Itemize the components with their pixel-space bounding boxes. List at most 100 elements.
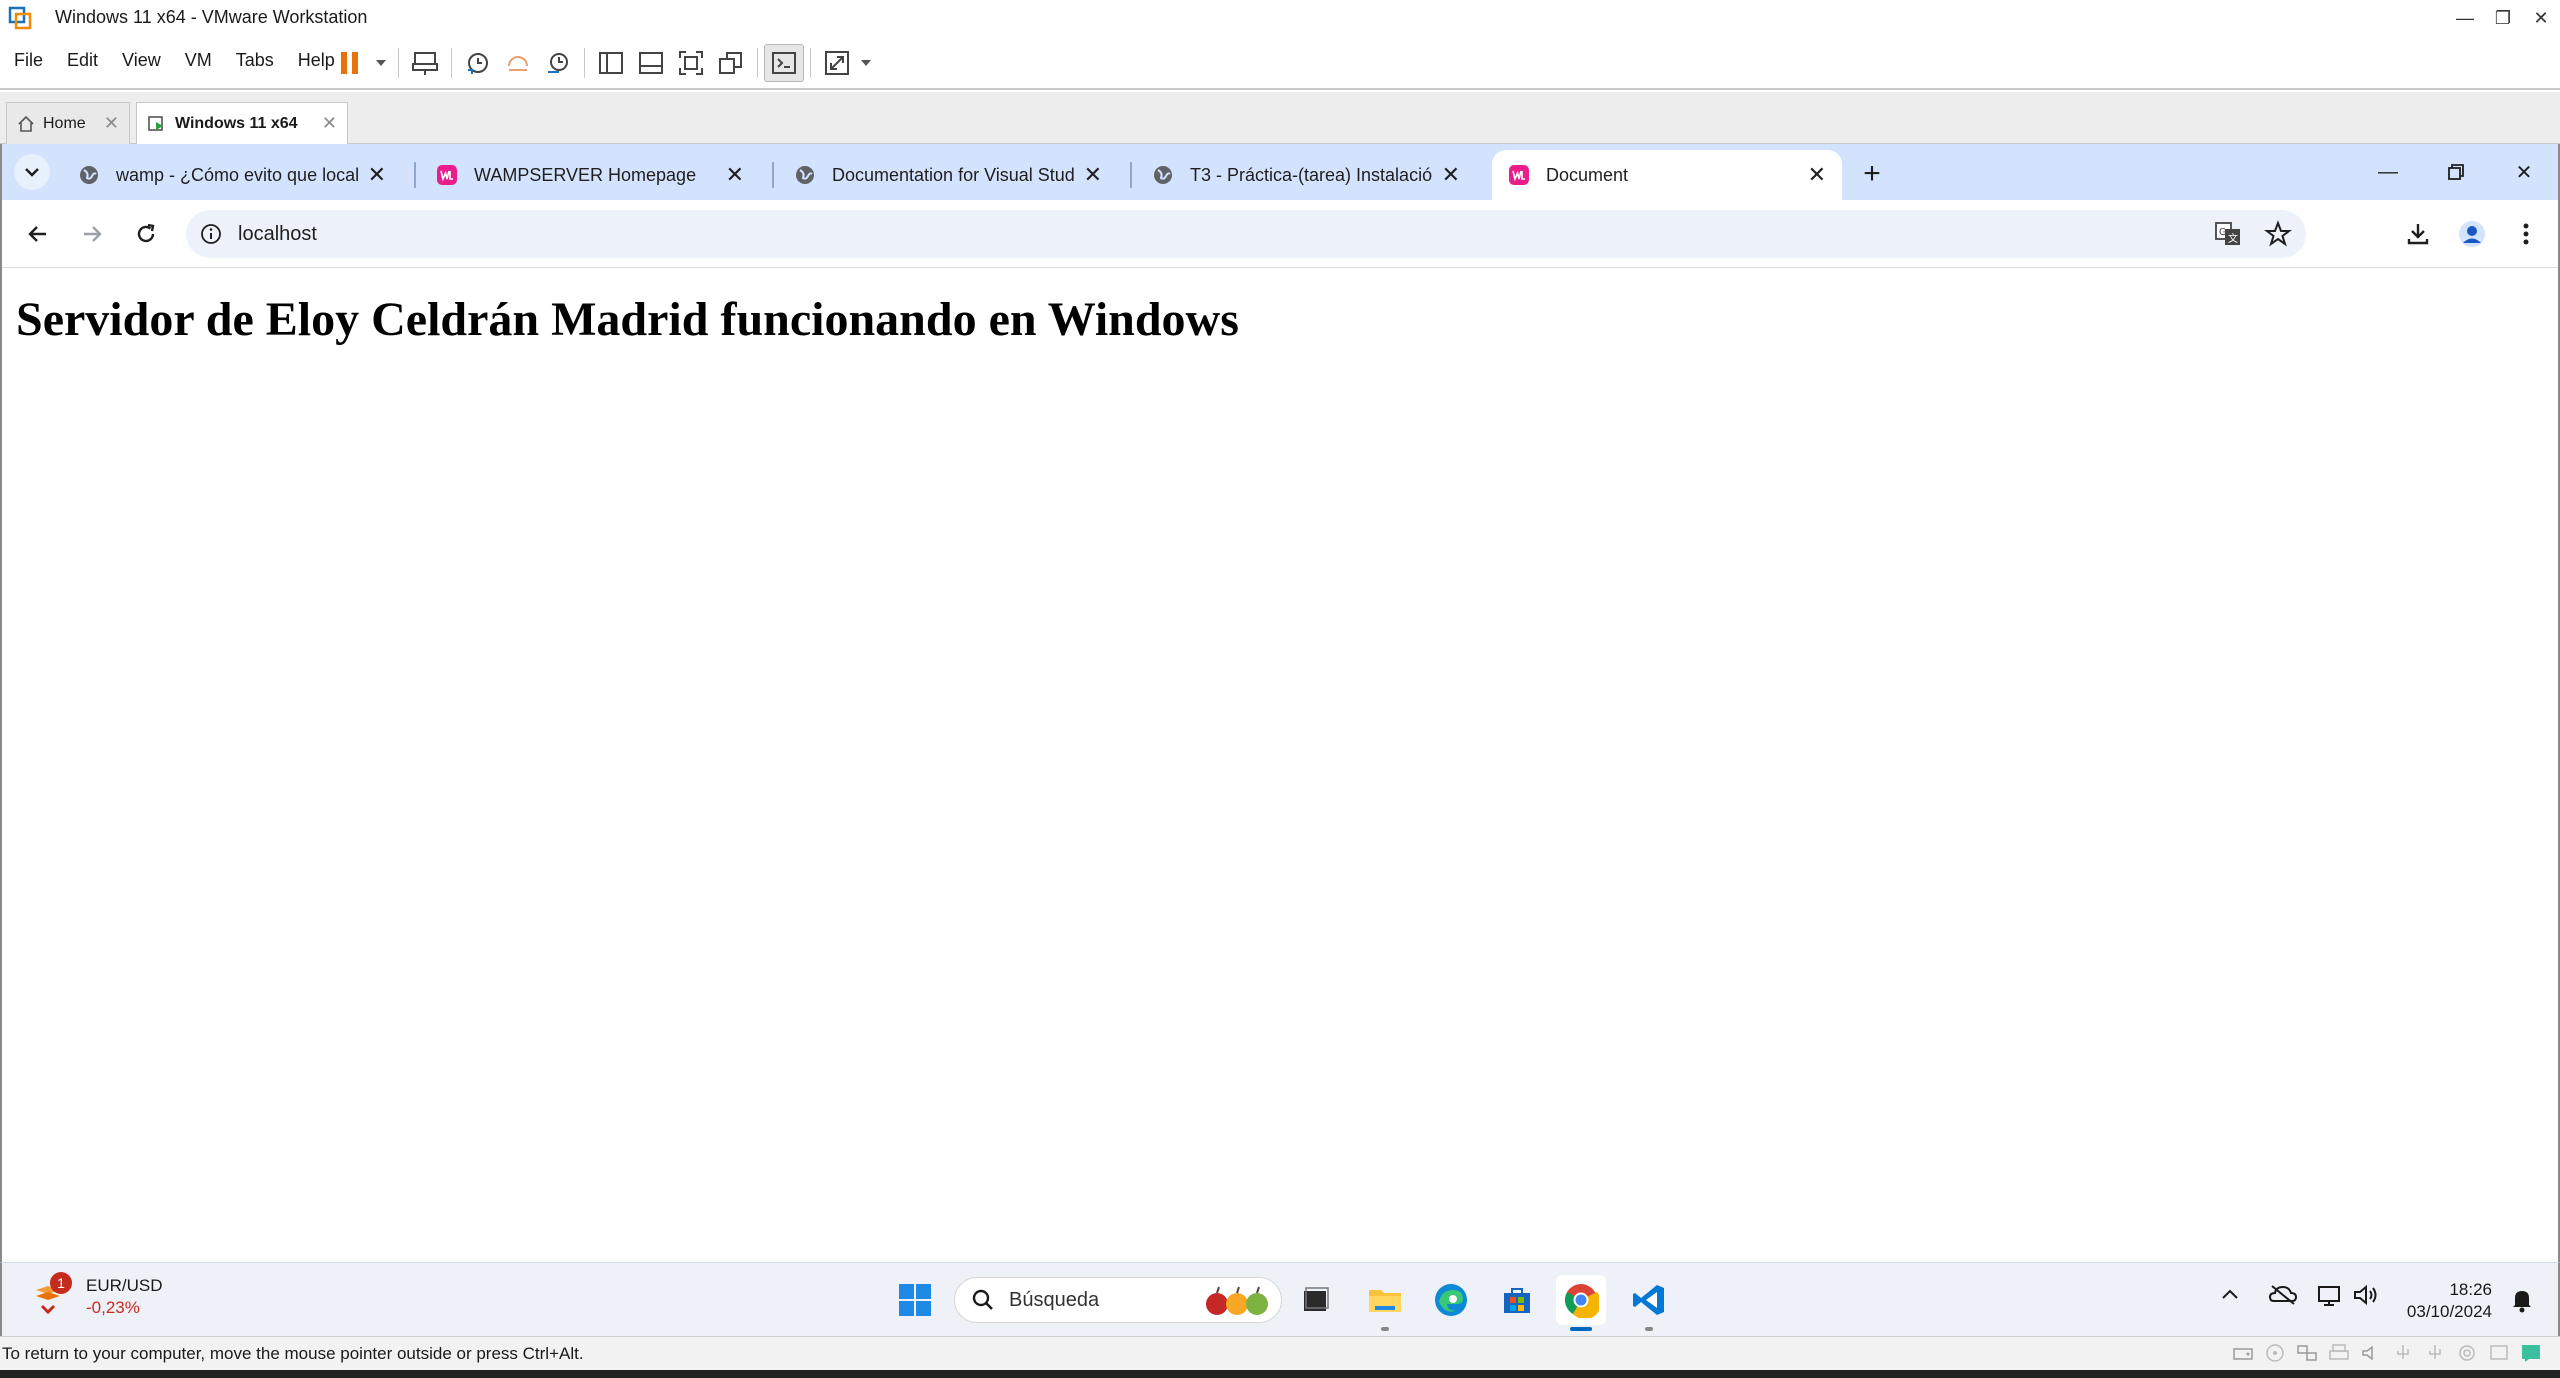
restore-window-icon[interactable]: ❐: [2484, 0, 2522, 36]
address-bar[interactable]: localhost G文: [186, 210, 2306, 258]
vmware-tab-home[interactable]: Home ✕: [6, 102, 130, 144]
close-window-icon[interactable]: ✕: [2522, 0, 2560, 36]
snapshot-manager-icon[interactable]: [538, 44, 578, 82]
chrome-tab-title: T3 - Práctica-(tarea) Instalación: [1190, 164, 1432, 185]
new-tab-icon[interactable]: +: [1854, 156, 1890, 192]
chrome-toolbar: localhost G文: [2, 200, 2558, 268]
chrome-tab-title: WAMPSERVER Homepage: [474, 164, 697, 185]
network-icon[interactable]: [2316, 1283, 2344, 1307]
usb-device-icon[interactable]: [2424, 1343, 2446, 1363]
system-clock[interactable]: 18:26 03/10/2024: [2407, 1279, 2492, 1323]
unity-mode-icon[interactable]: [711, 44, 751, 82]
vmware-tab-windows-11[interactable]: Windows 11 x64 ✕: [136, 102, 348, 144]
back-arrow-icon[interactable]: [20, 216, 56, 252]
profile-avatar-icon[interactable]: [2454, 216, 2490, 252]
close-tab-icon[interactable]: ✕: [1808, 162, 1826, 188]
menu-view[interactable]: View: [122, 50, 161, 71]
chrome-tab-title: Documentation for Visual Studio: [832, 164, 1074, 185]
search-icon: [972, 1289, 993, 1310]
printer-icon[interactable]: [2328, 1343, 2350, 1363]
close-tab-icon[interactable]: ✕: [322, 113, 337, 134]
chrome-taskbar-icon[interactable]: [1556, 1275, 1606, 1331]
clock-date: 03/10/2024: [2406, 1302, 2492, 1321]
chrome-tab-wampserver[interactable]: WAMPSERVER Homepage ✕: [420, 150, 760, 200]
message-log-icon[interactable]: [2520, 1343, 2542, 1363]
site-info-icon[interactable]: [200, 223, 222, 245]
search-highlight-fruits-icon: [1206, 1286, 1268, 1315]
chrome-close-icon[interactable]: ✕: [2490, 144, 2558, 200]
camera-icon[interactable]: [2456, 1343, 2478, 1363]
console-view-icon[interactable]: [764, 44, 804, 82]
chrome-tab-t3-practica[interactable]: T3 - Práctica-(tarea) Instalación ✕: [1136, 150, 1476, 200]
running-indicator: [1645, 1327, 1653, 1331]
vscode-icon[interactable]: [1624, 1275, 1674, 1331]
menu-tabs[interactable]: Tabs: [236, 50, 274, 71]
clock-time: 18:26: [2449, 1280, 2492, 1299]
close-tab-icon[interactable]: ✕: [104, 113, 119, 134]
guest-screen[interactable]: wamp - ¿Cómo evito que localhost ✕ WAMPS…: [0, 144, 2560, 1262]
network-adapter-icon[interactable]: [2296, 1343, 2318, 1363]
close-tab-icon[interactable]: ✕: [1442, 162, 1460, 188]
bookmark-star-icon[interactable]: [2264, 220, 2292, 248]
translate-icon[interactable]: G文: [2214, 220, 2242, 248]
send-ctrl-alt-del-icon[interactable]: [405, 44, 445, 82]
menu-vm[interactable]: VM: [185, 50, 212, 71]
reload-icon[interactable]: [128, 216, 164, 252]
close-tab-icon[interactable]: ✕: [368, 162, 386, 188]
pause-vm-icon[interactable]: [330, 44, 370, 82]
forward-arrow-icon[interactable]: [74, 216, 110, 252]
home-icon: [18, 115, 34, 132]
menu-edit[interactable]: Edit: [67, 50, 98, 71]
stretch-dropdown-icon[interactable]: [857, 44, 875, 82]
chrome-tab-title: wamp - ¿Cómo evito que localhost: [116, 164, 358, 185]
globe-icon: [80, 166, 98, 184]
usb-icon[interactable]: [2392, 1343, 2414, 1363]
svg-text:G: G: [2219, 227, 2227, 238]
chrome-restore-icon[interactable]: [2422, 144, 2490, 200]
sound-card-icon[interactable]: [2360, 1343, 2382, 1363]
show-thumbnail-bar-icon[interactable]: [631, 44, 671, 82]
hard-disk-icon[interactable]: [2232, 1343, 2254, 1363]
notification-bell-icon[interactable]: [2510, 1287, 2534, 1313]
display-icon[interactable]: [2488, 1343, 2510, 1363]
start-icon[interactable]: [890, 1275, 940, 1325]
show-library-icon[interactable]: [591, 44, 631, 82]
revert-snapshot-icon[interactable]: [498, 44, 538, 82]
chevron-up-icon[interactable]: [2218, 1283, 2242, 1307]
cd-dvd-icon[interactable]: [2264, 1343, 2286, 1363]
vmware-titlebar: Windows 11 x64 - VMware Workstation — ❐ …: [0, 0, 2560, 36]
minimize-window-icon[interactable]: —: [2446, 0, 2484, 36]
taskbar-search-box[interactable]: Búsqueda: [954, 1277, 1282, 1323]
downloads-icon[interactable]: [2400, 216, 2436, 252]
address-text[interactable]: localhost: [238, 223, 317, 246]
widgets-button[interactable]: 1 EUR/USD -0,23%: [30, 1272, 163, 1319]
running-indicator: [1381, 1327, 1389, 1331]
windows-taskbar: 1 EUR/USD -0,23% Búsqueda 18:26 03/10/20…: [0, 1262, 2560, 1336]
chevron-down-icon: [25, 168, 39, 177]
close-tab-icon[interactable]: ✕: [1084, 162, 1102, 188]
file-explorer-icon[interactable]: [1360, 1275, 1410, 1331]
page-heading: Servidor de Eloy Celdrán Madrid funciona…: [16, 293, 1239, 346]
full-screen-icon[interactable]: [671, 44, 711, 82]
edge-icon[interactable]: [1426, 1275, 1476, 1325]
chrome-tab-vscode-docs[interactable]: Documentation for Visual Studio ✕: [778, 150, 1118, 200]
vmware-logo-icon: [8, 6, 32, 30]
volume-icon[interactable]: [2352, 1283, 2380, 1307]
onedrive-offline-icon[interactable]: [2268, 1283, 2298, 1307]
status-message: To return to your computer, move the mou…: [2, 1344, 584, 1363]
menu-file[interactable]: File: [14, 50, 43, 71]
chrome-minimize-icon[interactable]: —: [2354, 144, 2422, 200]
task-view-icon[interactable]: [1290, 1275, 1340, 1325]
vmware-tab-bar: Home ✕ Windows 11 x64 ✕: [0, 92, 2560, 144]
chrome-menu-icon[interactable]: [2508, 216, 2544, 252]
chrome-tab-document[interactable]: Document ✕: [1492, 150, 1842, 200]
power-dropdown-icon[interactable]: [370, 44, 392, 82]
close-tab-icon[interactable]: ✕: [726, 162, 744, 188]
stretch-guest-icon[interactable]: [817, 44, 857, 82]
vm-running-icon: [148, 115, 163, 131]
chrome-tab-title: Document: [1546, 164, 1629, 185]
take-snapshot-icon[interactable]: [458, 44, 498, 82]
tab-search-button[interactable]: [14, 154, 50, 190]
store-icon[interactable]: [1492, 1275, 1542, 1325]
chrome-tab-wamp[interactable]: wamp - ¿Cómo evito que localhost ✕: [62, 150, 402, 200]
